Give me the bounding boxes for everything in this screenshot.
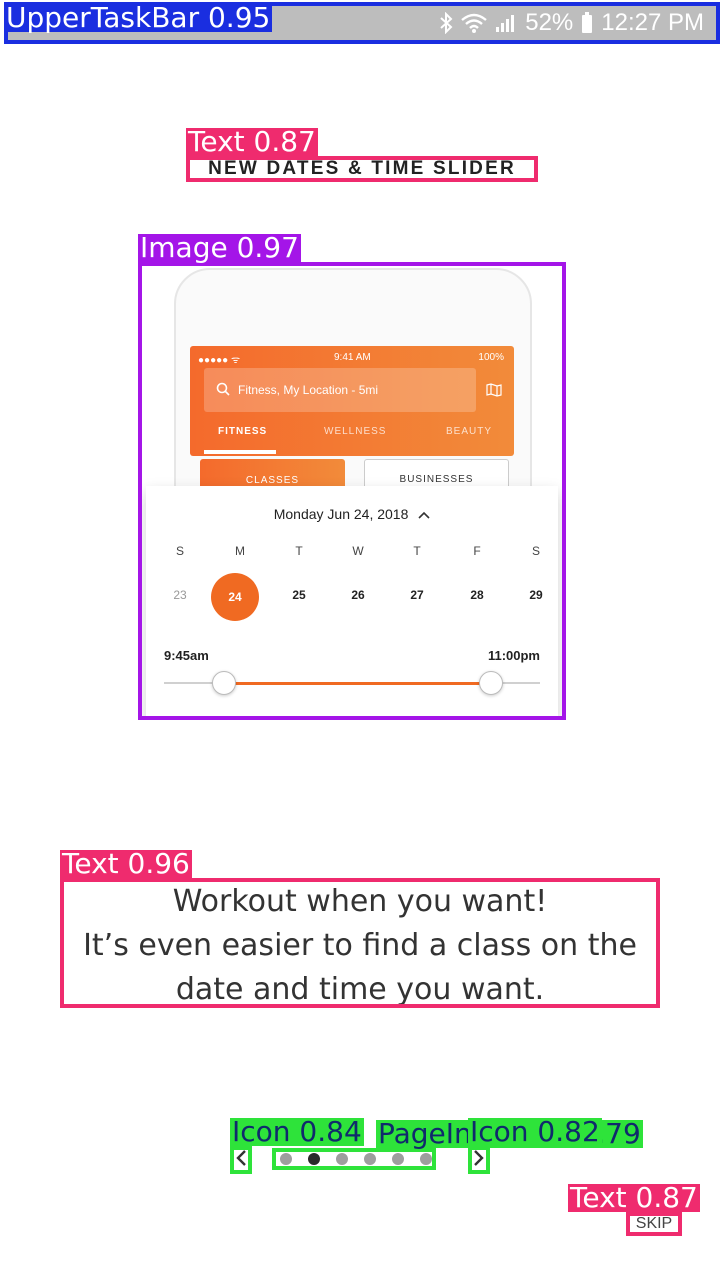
onboarding-caption: Workout when you want! It’s even easier …	[62, 880, 658, 1007]
chevron-left-icon	[235, 1149, 247, 1171]
mockup-weekday-label: W	[352, 544, 364, 558]
page-dot[interactable]	[336, 1153, 348, 1165]
chevron-right-icon	[473, 1149, 485, 1171]
mockup-weekday-label: T	[413, 544, 421, 558]
caption-line: Workout when you want!	[172, 884, 548, 919]
caption-line: date and time you want.	[175, 972, 545, 1007]
detection-label: Image 0.97	[138, 231, 301, 264]
detection-label: Text 0.87	[568, 1181, 700, 1214]
mockup-tab-fitness: FITNESS	[218, 426, 268, 437]
mockup-weekday-label: S	[175, 544, 184, 558]
mockup-day-number: 23	[173, 588, 187, 602]
status-bar: 52% 12:27 PM	[6, 4, 718, 42]
mockup-slider-range	[224, 682, 492, 685]
mockup-selected-day: 24	[211, 573, 259, 621]
page-dot[interactable]	[420, 1153, 432, 1165]
battery-icon	[581, 12, 593, 34]
page-dot[interactable]	[308, 1153, 320, 1165]
mockup-app-header: ●●●●● ᯤ 9:41 AM 100% Fitness, My Locatio…	[190, 346, 514, 456]
detection-label: Icon 0.84	[230, 1115, 364, 1148]
mockup-slider-knob-end	[479, 671, 504, 695]
mockup-search-text: Fitness, My Location - 5mi	[238, 383, 379, 397]
mockup-time-start: 9:45am	[164, 648, 209, 663]
mockup-weekday-label: T	[295, 544, 303, 558]
page-dot[interactable]	[280, 1153, 292, 1165]
detection-label: PageIndicator 0.79	[376, 1117, 643, 1150]
mockup-time-end: 11:00pm	[487, 648, 540, 663]
mockup-time-slider	[164, 671, 540, 695]
page-indicator[interactable]	[274, 1150, 434, 1168]
page-dot[interactable]	[364, 1153, 376, 1165]
bluetooth-icon	[439, 12, 453, 34]
skip-button[interactable]: SKIP	[628, 1214, 680, 1234]
detection-label: Text 0.87	[186, 125, 318, 158]
caption-line: It’s even easier to find a class on the	[83, 928, 637, 963]
mockup-weekday-label: S	[531, 544, 540, 558]
mockup-date-label: Monday Jun 24, 2018	[273, 506, 409, 522]
signal-icon	[495, 13, 517, 33]
mockup-day-number: 28	[470, 588, 484, 602]
mockup-tab-indicator	[204, 450, 276, 454]
page-dot[interactable]	[392, 1153, 404, 1165]
mockup-date-time-picker: Monday Jun 24, 2018 S M T W T F S 23 25 26 27 28 29…	[146, 486, 558, 718]
map-icon	[486, 382, 502, 397]
prev-page-button[interactable]	[232, 1148, 250, 1172]
mockup-search-bar: Fitness, My Location - 5mi	[204, 368, 476, 412]
mockup-day-number: 26	[351, 588, 365, 602]
mockup-status-time: 9:41 AM	[334, 352, 371, 363]
mockup-status-battery: 100%	[478, 352, 504, 363]
mockup-tab-beauty: BEAUTY	[446, 426, 493, 437]
status-time: 12:27 PM	[601, 9, 704, 36]
feature-illustration: ●●●●● ᯤ 9:41 AM 100% Fitness, My Locatio…	[140, 264, 564, 718]
mockup-slider-knob-start	[212, 671, 237, 695]
chevron-up-icon	[418, 506, 430, 522]
search-icon	[216, 382, 230, 399]
mockup-tab-wellness: WELLNESS	[324, 426, 387, 437]
mockup-weekday-label: M	[235, 544, 245, 558]
mockup-day-number: 27	[410, 588, 424, 602]
mockup-segment-businesses: BUSINESSES	[364, 459, 509, 489]
detection-label: Text 0.96	[60, 847, 192, 880]
mockup-weekday-label: F	[473, 544, 481, 558]
mockup-picker-date: Monday Jun 24, 2018	[146, 506, 558, 522]
mockup-day-number: 29	[529, 588, 543, 602]
wifi-icon	[461, 13, 487, 33]
mockup-day-number: 25	[292, 588, 306, 602]
battery-percent: 52%	[525, 9, 574, 36]
mockup-segment-classes: CLASSES	[200, 459, 345, 489]
next-page-button[interactable]	[470, 1148, 488, 1172]
detection-label: Icon 0.82	[468, 1115, 602, 1148]
mockup-signal-dots: ●●●●● ᯤ	[198, 355, 241, 366]
status-icons: 52% 12:27 PM	[439, 8, 704, 38]
onboarding-title: NEW DATES & TIME SLIDER	[208, 158, 516, 179]
